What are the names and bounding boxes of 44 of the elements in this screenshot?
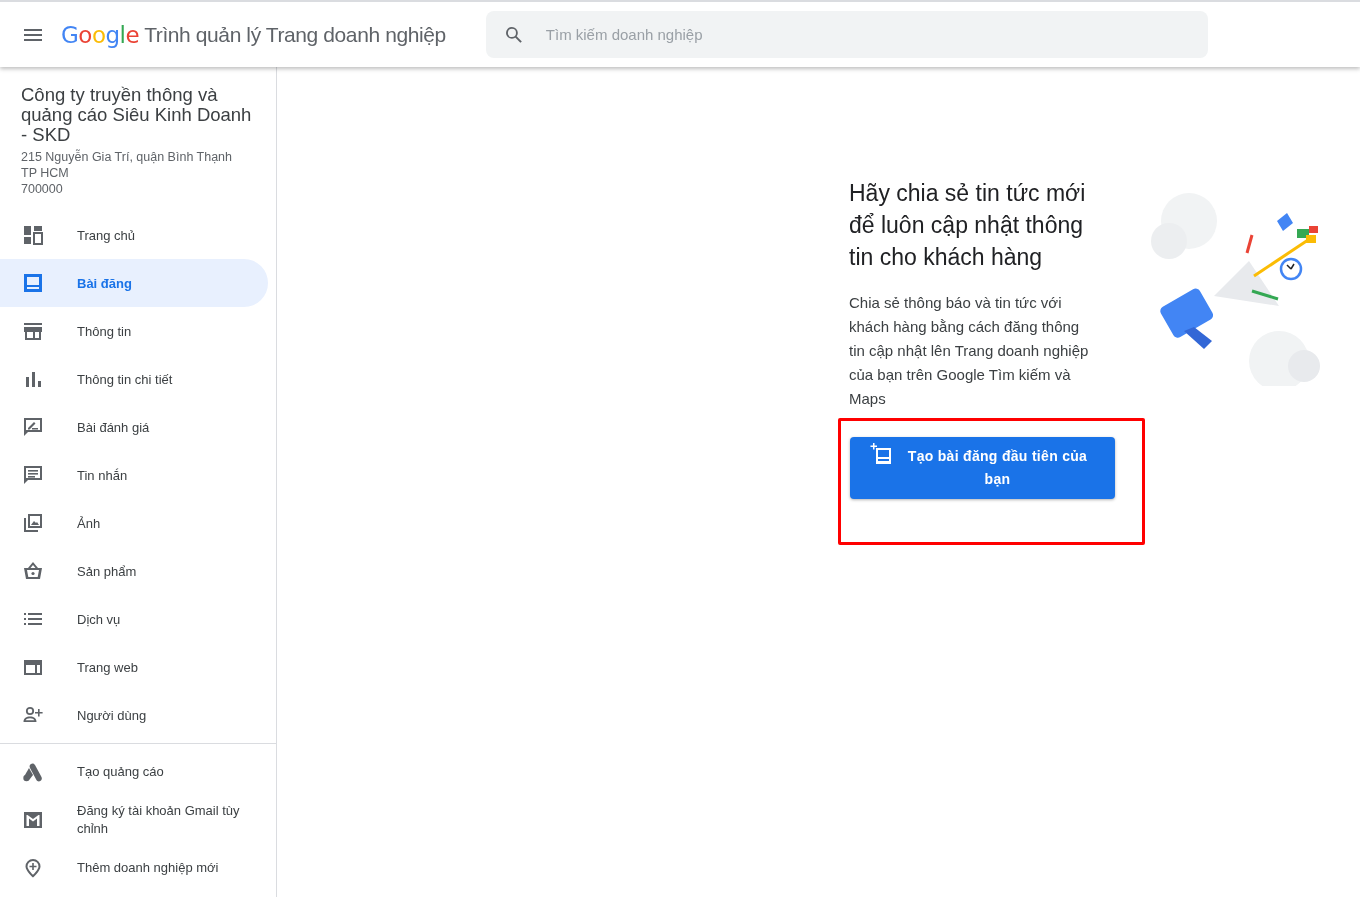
sidebar-item-label: Thêm doanh nghiệp mới [77,859,220,877]
app-title: Trình quản lý Trang doanh nghiệp [144,22,446,47]
business-address-line: 700000 [21,181,64,197]
dashboard-icon [23,225,43,245]
ads-logo-icon [23,762,43,782]
sidebar-item-label: Đăng ký tài khoản Gmail tùy chỉnh [77,802,241,838]
storefront-icon [23,321,43,341]
post-icon [23,273,43,293]
bar-chart-icon [23,369,43,389]
search-icon [503,24,524,45]
add-post-icon [870,443,892,465]
photo-icon [23,513,43,533]
business-address-line: 215 Nguyễn Gia Trí, quận Bình Thạnh [21,149,234,165]
google-logo: Google [61,21,140,48]
sidebar-item[interactable]: Bài đăng [0,259,268,307]
review-icon [23,417,43,437]
promo-description: Chia sẻ thông báo và tin tức với khách hàng bằng cách đăng thông tin cập nhật lên Trang doanh nghiệp của bạn trên Google Tìm kiếm và Maps [849,293,1090,409]
sidebar-item[interactable]: Tạo quảng cáo [0,748,268,796]
sidebar-item[interactable]: Bài đánh giá [0,403,268,451]
add-person-icon [23,705,43,725]
search-bar[interactable]: Tìm kiếm doanh nghiệp [485,11,1208,58]
sidebar-item[interactable]: Trang chủ [0,211,268,259]
search-field[interactable]: Tìm kiếm doanh nghiệp [543,25,1190,44]
sidebar-item[interactable]: Dịch vụ [0,595,268,643]
mail-icon [23,810,43,830]
sidebar-item[interactable]: Trang web [0,643,268,691]
menu-icon[interactable] [24,28,42,41]
sidebar-item[interactable]: Tin nhắn [0,451,268,499]
message-icon [23,465,43,485]
promo-heading: Hãy chia sẻ tin tức mới để luôn cập nhật thông tin cho khách hàng [849,179,1087,272]
sidebar-item[interactable]: Sản phẩm [0,547,268,595]
sidebar-item[interactable]: Thông tin [0,307,268,355]
add-location-icon [23,858,43,878]
business-address-line: TP HCM [21,165,70,181]
sidebar-item[interactable]: Thông tin chi tiết [0,355,268,403]
create-post-button[interactable]: Tạo bài đăng đầu tiên của bạn [850,437,1115,499]
sidebar-item-label: Tạo quảng cáo [77,763,165,781]
web-page-icon [23,657,43,677]
sidebar-item[interactable]: Thêm doanh nghiệp mới [0,844,268,892]
sidebar-item[interactable]: Người dùng [0,691,268,739]
basket-icon [23,561,43,581]
business-name: Công ty truyền thông và quảng cáo Siêu Kinh Doanh - SKD [21,85,253,145]
sidebar-item[interactable]: Đăng ký tài khoản Gmail tùy chỉnh [0,796,268,844]
sidebar-item[interactable]: Ảnh [0,499,268,547]
